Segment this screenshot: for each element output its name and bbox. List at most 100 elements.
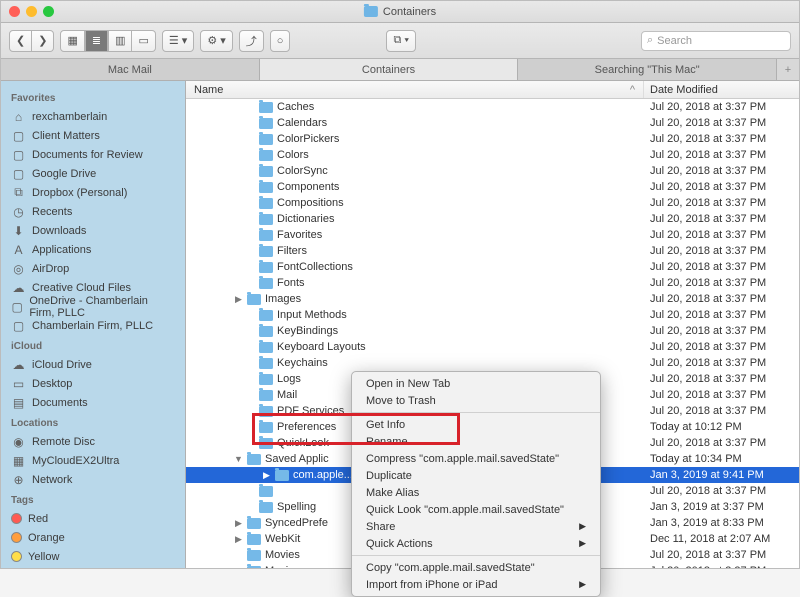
action-button[interactable]: ⚙ ▾	[200, 30, 232, 52]
forward-button[interactable]: ❯	[32, 30, 54, 52]
menu-item-duplicate[interactable]: Duplicate	[352, 467, 600, 484]
file-name: SyncedPrefe	[265, 517, 328, 529]
file-row[interactable]: ColorsJul 20, 2018 at 3:37 PM	[186, 147, 799, 163]
sidebar-item-google-drive[interactable]: ▢Google Drive	[1, 164, 185, 183]
gallery-view-button[interactable]: ▭	[132, 30, 155, 52]
dropbox-button[interactable]: ⧉ ▾	[386, 30, 416, 52]
nav-back-forward[interactable]: ❮ ❯	[9, 30, 54, 52]
menu-item-open-in-new-tab[interactable]: Open in New Tab	[352, 375, 600, 392]
sidebar-item-network[interactable]: ⊕Network	[1, 470, 185, 489]
sidebar-item-red[interactable]: Red	[1, 509, 185, 528]
tab-mac-mail[interactable]: Mac Mail	[1, 59, 260, 80]
file-date: Jan 3, 2019 at 8:33 PM	[644, 517, 799, 529]
minimize-icon[interactable]	[26, 6, 37, 17]
file-row[interactable]: KeychainsJul 20, 2018 at 3:37 PM	[186, 355, 799, 371]
view-switcher[interactable]: ▦ ≣ ▥ ▭	[60, 30, 155, 52]
sidebar-item-desktop[interactable]: ▭Desktop	[1, 374, 185, 393]
sidebar-item-dropbox-personal-[interactable]: ⧉Dropbox (Personal)	[1, 183, 185, 202]
sidebar-item-label: Network	[32, 474, 72, 486]
sidebar-item-documents[interactable]: ▤Documents	[1, 393, 185, 412]
file-row[interactable]: FavoritesJul 20, 2018 at 3:37 PM	[186, 227, 799, 243]
sidebar-item-chamberlain-firm-pllc[interactable]: ▢Chamberlain Firm, PLLC	[1, 316, 185, 335]
tag-dot-icon	[11, 532, 22, 543]
menu-item-quick-look-com-apple[interactable]: Quick Look "com.apple.mail.savedState"	[352, 501, 600, 518]
disclosure-triangle-icon[interactable]: ▶	[234, 518, 243, 529]
zoom-icon[interactable]	[43, 6, 54, 17]
folder-icon	[259, 246, 273, 257]
window-title: Containers	[364, 6, 436, 18]
file-row[interactable]: ▶ImagesJul 20, 2018 at 3:37 PM	[186, 291, 799, 307]
sidebar-item-icloud-drive[interactable]: ☁iCloud Drive	[1, 355, 185, 374]
file-date: Jul 20, 2018 at 3:37 PM	[644, 437, 799, 449]
close-icon[interactable]	[9, 6, 20, 17]
column-name[interactable]: Name^	[186, 81, 644, 98]
file-row[interactable]: CompositionsJul 20, 2018 at 3:37 PM	[186, 195, 799, 211]
menu-item-get-info[interactable]: Get Info	[352, 416, 600, 433]
sidebar-item-green[interactable]: Green	[1, 566, 185, 568]
file-date: Jul 20, 2018 at 3:37 PM	[644, 293, 799, 305]
sidebar-item-documents-for-review[interactable]: ▢Documents for Review	[1, 145, 185, 164]
tags-button[interactable]: ○	[270, 30, 291, 52]
sidebar-item-recents[interactable]: ◷Recents	[1, 202, 185, 221]
search-icon: ⌕	[647, 34, 653, 47]
menu-item-move-to-trash[interactable]: Move to Trash	[352, 392, 600, 409]
sidebar-item-remote-disc[interactable]: ◉Remote Disc	[1, 432, 185, 451]
icon-view-button[interactable]: ▦	[60, 30, 84, 52]
file-name: Filters	[277, 245, 307, 257]
new-tab-button[interactable]: +	[777, 59, 799, 80]
menu-item-make-alias[interactable]: Make Alias	[352, 484, 600, 501]
tab-searching-this-mac-[interactable]: Searching "This Mac"	[518, 59, 777, 80]
disclosure-triangle-icon[interactable]: ▶	[262, 470, 271, 481]
file-row[interactable]: ColorSyncJul 20, 2018 at 3:37 PM	[186, 163, 799, 179]
menu-item-copy-com-apple-mail-[interactable]: Copy "com.apple.mail.savedState"	[352, 559, 600, 576]
file-row[interactable]: KeyBindingsJul 20, 2018 at 3:37 PM	[186, 323, 799, 339]
column-date[interactable]: Date Modified	[644, 81, 799, 98]
sidebar-item-downloads[interactable]: ⬇Downloads	[1, 221, 185, 240]
disclosure-triangle-icon[interactable]: ▶	[234, 534, 243, 545]
column-view-button[interactable]: ▥	[108, 30, 132, 52]
file-row[interactable]: CachesJul 20, 2018 at 3:37 PM	[186, 99, 799, 115]
file-row[interactable]: ComponentsJul 20, 2018 at 3:37 PM	[186, 179, 799, 195]
file-row[interactable]: CalendarsJul 20, 2018 at 3:37 PM	[186, 115, 799, 131]
search-input[interactable]: ⌕ Search	[641, 31, 791, 51]
file-row[interactable]: FontCollectionsJul 20, 2018 at 3:37 PM	[186, 259, 799, 275]
sidebar-item-airdrop[interactable]: ◎AirDrop	[1, 259, 185, 278]
folder-icon	[259, 182, 273, 193]
file-row[interactable]: Input MethodsJul 20, 2018 at 3:37 PM	[186, 307, 799, 323]
context-menu[interactable]: Open in New TabMove to Trash Get InfoRena…	[351, 371, 601, 597]
disclosure-triangle-icon[interactable]: ▼	[234, 454, 243, 464]
arrange-button[interactable]: ☰ ▾	[162, 30, 194, 52]
menu-item-quick-actions[interactable]: Quick Actions▶	[352, 535, 600, 552]
disclosure-triangle-icon[interactable]: ▶	[234, 294, 243, 305]
column-headers[interactable]: Name^ Date Modified	[186, 81, 799, 99]
list-view-button[interactable]: ≣	[85, 30, 108, 52]
tab-containers[interactable]: Containers	[260, 59, 519, 80]
titlebar[interactable]: Containers	[1, 1, 799, 23]
sidebar-item-applications[interactable]: AApplications	[1, 240, 185, 259]
menu-item-rename[interactable]: Rename	[352, 433, 600, 450]
sidebar-item-client-matters[interactable]: ▢Client Matters	[1, 126, 185, 145]
share-button[interactable]: ⤴	[239, 30, 264, 52]
file-row[interactable]: DictionariesJul 20, 2018 at 3:37 PM	[186, 211, 799, 227]
sidebar-header: Tags	[1, 489, 185, 509]
back-button[interactable]: ❮	[9, 30, 32, 52]
folder-icon: ▢	[11, 300, 23, 313]
file-row[interactable]: ColorPickersJul 20, 2018 at 3:37 PM	[186, 131, 799, 147]
file-row[interactable]: FontsJul 20, 2018 at 3:37 PM	[186, 275, 799, 291]
desktop-icon: ▭	[11, 377, 26, 390]
sidebar-item-yellow[interactable]: Yellow	[1, 547, 185, 566]
sidebar-item-rexchamberlain[interactable]: ⌂rexchamberlain	[1, 107, 185, 126]
file-row[interactable]: Keyboard LayoutsJul 20, 2018 at 3:37 PM	[186, 339, 799, 355]
disc-icon: ◉	[11, 435, 26, 448]
sidebar-item-orange[interactable]: Orange	[1, 528, 185, 547]
menu-item-compress-com-apple-m[interactable]: Compress "com.apple.mail.savedState"	[352, 450, 600, 467]
sidebar[interactable]: Favorites⌂rexchamberlain▢Client Matters▢…	[1, 81, 186, 568]
sidebar-item-mycloudex-ultra[interactable]: ▦MyCloudEX2Ultra	[1, 451, 185, 470]
file-row[interactable]: FiltersJul 20, 2018 at 3:37 PM	[186, 243, 799, 259]
menu-item-import-from-iphone-o[interactable]: Import from iPhone or iPad▶	[352, 576, 600, 593]
menu-item-share[interactable]: Share▶	[352, 518, 600, 535]
folder-icon	[259, 262, 273, 273]
sidebar-item-onedrive-chamberlain-firm-pllc[interactable]: ▢OneDrive - Chamberlain Firm, PLLC	[1, 297, 185, 316]
file-date: Jul 20, 2018 at 3:37 PM	[644, 165, 799, 177]
sidebar-item-label: Red	[28, 513, 48, 525]
